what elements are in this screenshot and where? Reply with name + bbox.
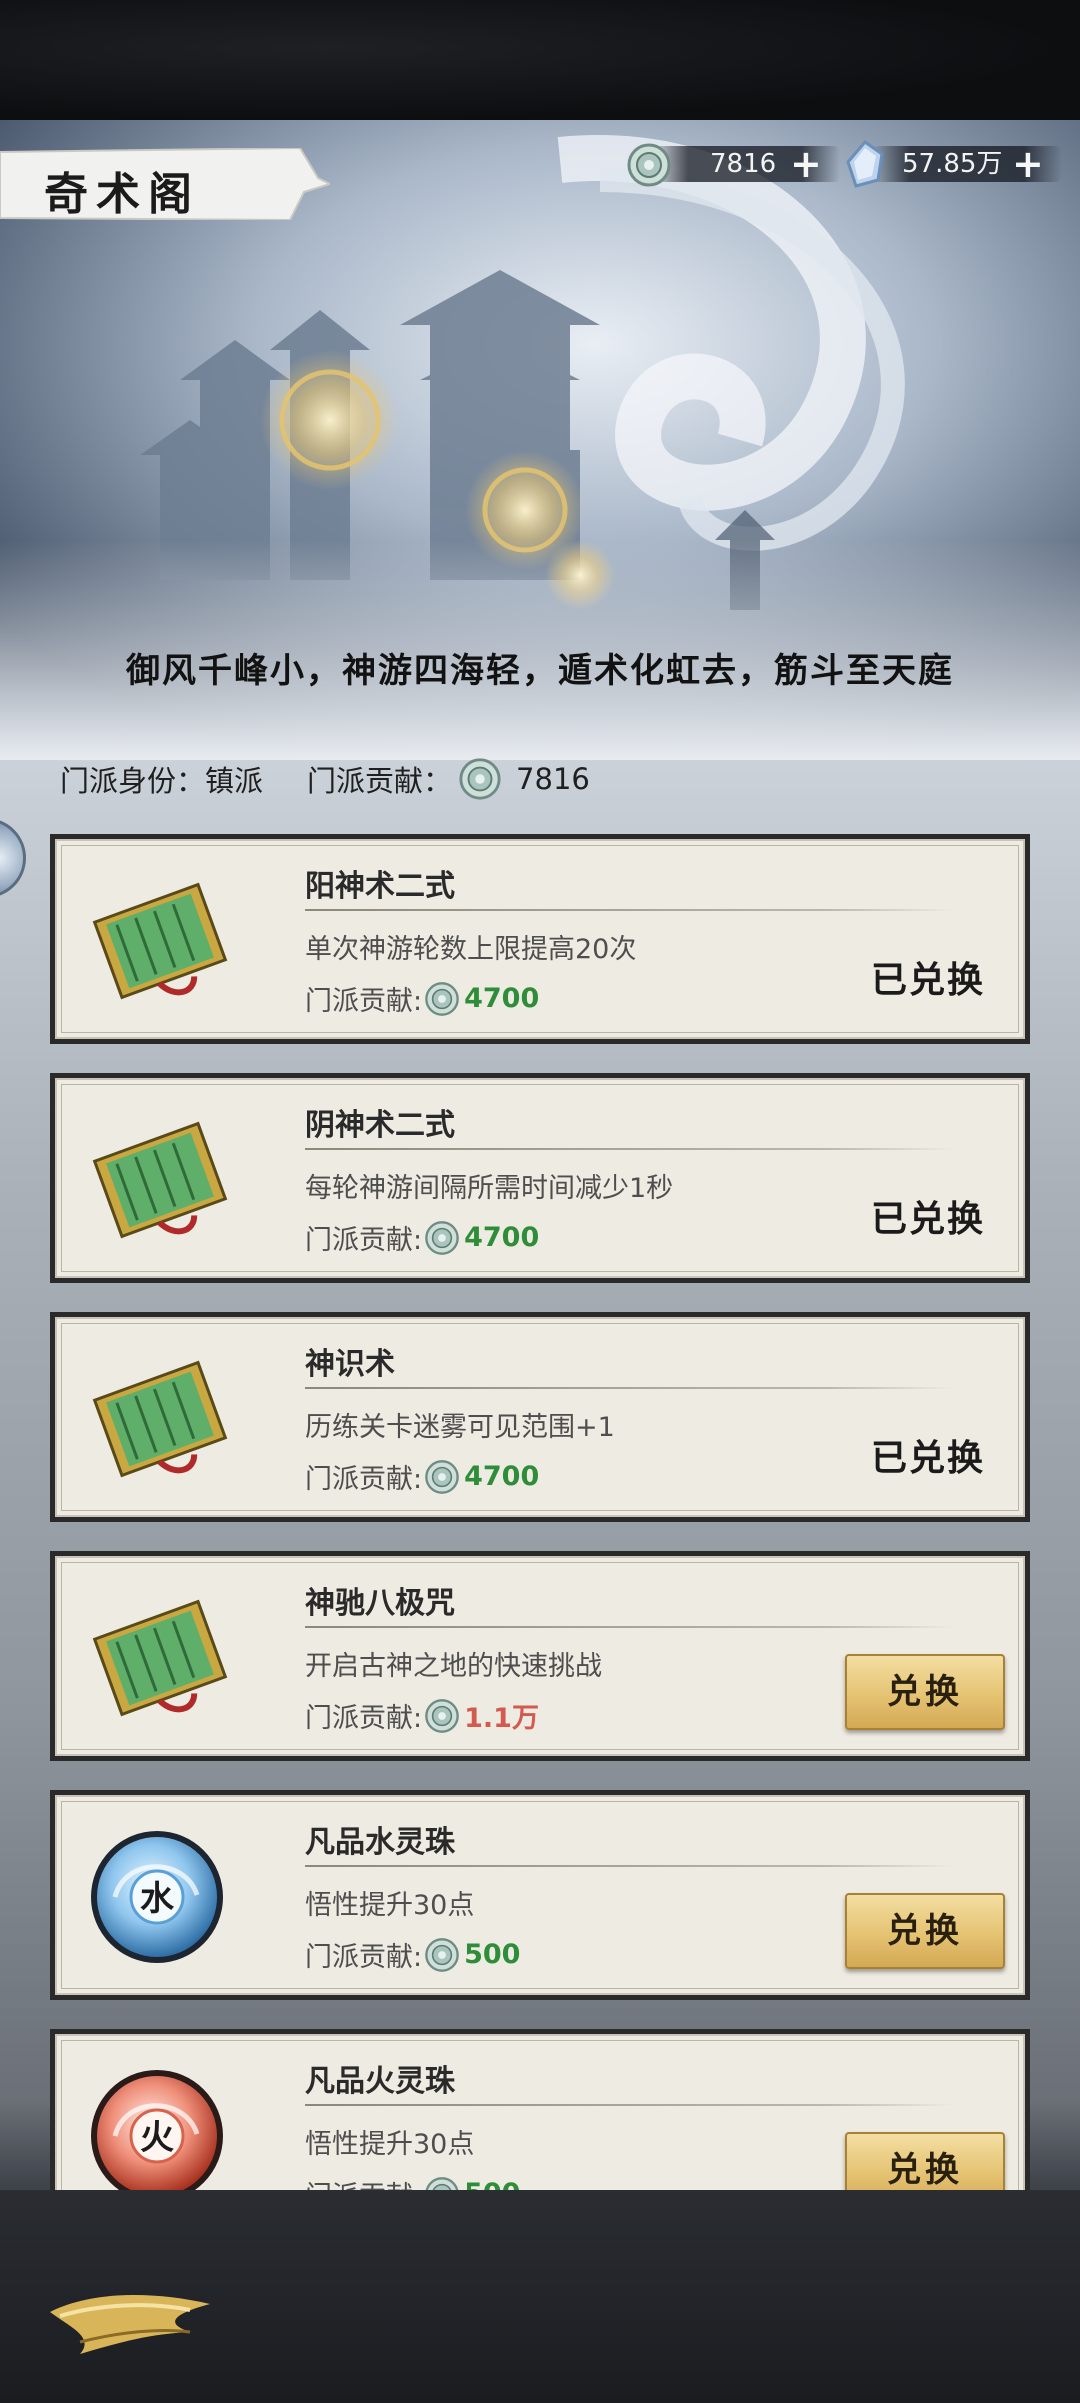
jade-coin-icon: [459, 758, 501, 800]
item-description: 悟性提升30点: [305, 1890, 475, 1921]
redeemed-status: 已兑换: [870, 1199, 985, 1240]
exchange-list[interactable]: 阳神术二式 单次神游轮数上限提高20次 门派贡献: 4700 已兑换 阴神术二式…: [0, 830, 1080, 2190]
scroll-icon: [92, 882, 228, 1000]
jade-coin-icon: [425, 1220, 459, 1255]
item-name: 凡品水灵珠: [305, 1825, 455, 1860]
cost-value: 1.1万: [464, 1703, 539, 1734]
role-label: 门派身份：: [60, 764, 206, 798]
title-divider: [305, 1865, 955, 1867]
cost-value: 4700: [464, 1222, 540, 1253]
item-cost: 门派贡献: 500: [305, 2174, 520, 2190]
jade-coin-icon: [425, 1459, 459, 1494]
list-item: 火 凡品火灵珠 悟性提升30点 门派贡献: 500 兑换: [50, 2029, 1030, 2190]
cost-label: 门派贡献:: [305, 1942, 423, 1973]
qishu-pavilion-screen: 奇术阁 7816 + 57.85万 + 御风千峰小，神游四海轻，遁术化虹去，筋斗…: [0, 0, 1080, 2403]
cost-label: 门派贡献:: [305, 1703, 423, 1734]
crystal-icon: [846, 140, 884, 188]
item-cost: 门派贡献: 4700: [305, 1218, 539, 1257]
cost-label: 门派贡献:: [305, 986, 423, 1017]
cost-label: 门派贡献:: [305, 2174, 422, 2190]
scroll-icon: [92, 1599, 228, 1717]
list-item: 水 凡品水灵珠 悟性提升30点 门派贡献: 500 兑换: [50, 1790, 1030, 2000]
item-cost: 门派贡献: 4700: [305, 1457, 539, 1496]
currency-crystal: 57.85万 +: [842, 140, 1062, 188]
crystal-value: 57.85万: [902, 149, 1003, 179]
list-item: 神识术 历练关卡迷雾可见范围+1 门派贡献: 4700 已兑换: [50, 1312, 1030, 1522]
item-cost: 门派贡献: 500: [305, 1935, 520, 1974]
list-item: 神驰八极咒 开启古神之地的快速挑战 门派贡献: 1.1万 兑换: [50, 1551, 1030, 1761]
title-divider: [305, 909, 955, 911]
orb-character: 火: [140, 2118, 174, 2158]
title-banner: 奇术阁: [0, 148, 330, 220]
item-name: 阳神术二式: [305, 869, 455, 904]
jade-coin-icon: [627, 143, 671, 187]
fire-orb-icon: 火: [91, 2070, 223, 2190]
add-crystal-button[interactable]: +: [1012, 145, 1044, 183]
jade-coin-icon: [425, 981, 459, 1016]
contribution-value: 7816: [516, 762, 590, 796]
item-description: 悟性提升30点: [305, 2129, 475, 2160]
scroll-icon: [92, 1121, 228, 1239]
jade-coin-icon: [425, 1937, 459, 1972]
jade-coin-value: 7816: [710, 149, 777, 179]
list-item: 阴神术二式 每轮神游间隔所需时间减少1秒 门派贡献: 4700 已兑换: [50, 1073, 1030, 1283]
title-divider: [305, 2104, 955, 2106]
item-description: 开启古神之地的快速挑战: [305, 1651, 602, 1682]
item-description: 单次神游轮数上限提高20次: [305, 934, 637, 965]
top-dark-band: [0, 0, 1080, 120]
cost-value: 4700: [464, 983, 540, 1014]
cost-value: 500: [464, 1939, 521, 1970]
title-divider: [305, 1387, 955, 1389]
list-item: 阳神术二式 单次神游轮数上限提高20次 门派贡献: 4700 已兑换: [50, 834, 1030, 1044]
add-jade-button[interactable]: +: [790, 145, 822, 183]
currency-jade: 7816 +: [620, 140, 840, 188]
slogan-text: 御风千峰小，神游四海轻，遁术化虹去，筋斗至天庭: [126, 651, 954, 691]
cost-value: 500: [464, 2178, 520, 2190]
scroll-icon: [92, 1360, 228, 1478]
cost-label: 门派贡献:: [305, 1225, 423, 1256]
back-brush-icon[interactable]: [40, 2282, 240, 2362]
item-name: 神识术: [305, 1347, 395, 1382]
title-divider: [305, 1148, 955, 1150]
item-cost: 门派贡献: 4700: [305, 979, 539, 1018]
item-description: 每轮神游间隔所需时间减少1秒: [305, 1173, 674, 1204]
orb-character: 水: [140, 1879, 175, 1919]
exchange-button[interactable]: 兑换: [845, 1654, 1005, 1730]
title-divider: [305, 1626, 955, 1628]
jade-coin-icon: [425, 2176, 459, 2190]
jade-coin-icon: [425, 1698, 459, 1733]
item-name: 神驰八极咒: [305, 1586, 455, 1621]
page-title: 奇术阁: [44, 169, 200, 220]
item-description: 历练关卡迷雾可见范围+1: [305, 1412, 615, 1443]
redeemed-status: 已兑换: [870, 1438, 985, 1479]
role-value: 镇派: [205, 764, 264, 798]
exchange-button[interactable]: 兑换: [845, 1893, 1005, 1969]
contribution-label: 门派贡献：: [307, 764, 453, 798]
identity-row: 门派身份： 镇派 门派贡献： 7816: [60, 757, 590, 801]
item-name: 阴神术二式: [305, 1108, 455, 1143]
exchange-button[interactable]: 兑换: [845, 2132, 1005, 2190]
redeemed-status: 已兑换: [870, 960, 985, 1001]
cost-value: 4700: [464, 1461, 540, 1492]
cost-label: 门派贡献:: [305, 1464, 423, 1495]
item-name: 凡品火灵珠: [305, 2064, 455, 2099]
water-orb-icon: 水: [91, 1831, 223, 1963]
item-cost: 门派贡献: 1.1万: [305, 1696, 539, 1735]
